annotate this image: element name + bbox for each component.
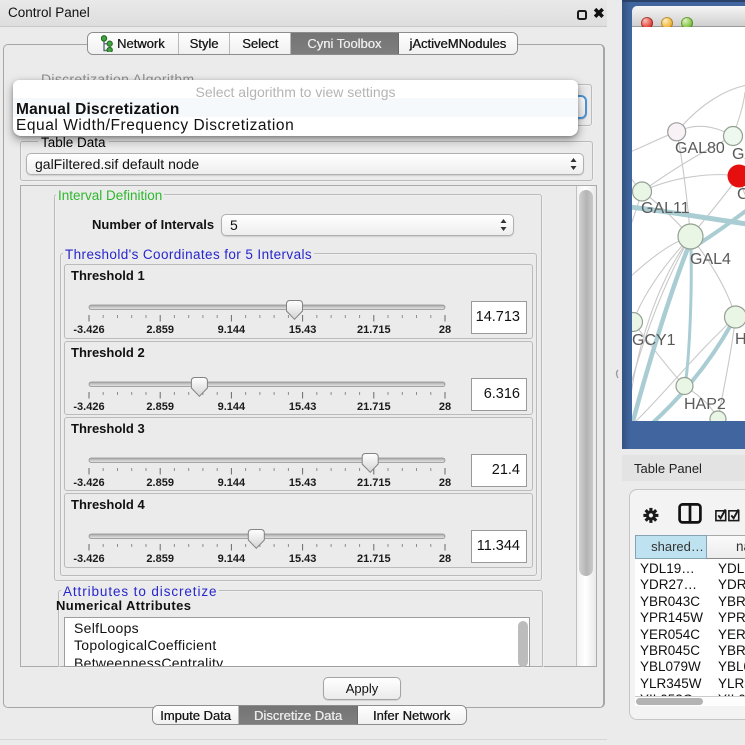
svg-text:-3.426: -3.426 xyxy=(73,324,104,336)
svg-text:-3.426: -3.426 xyxy=(73,477,104,489)
svg-text:9.144: 9.144 xyxy=(218,477,246,489)
svg-text:28: 28 xyxy=(439,553,451,565)
svg-text:15.43: 15.43 xyxy=(289,324,317,336)
svg-text:15.43: 15.43 xyxy=(289,477,317,489)
svg-text:21.715: 21.715 xyxy=(357,401,391,413)
svg-text:2.859: 2.859 xyxy=(146,324,174,336)
svg-text:21.715: 21.715 xyxy=(357,553,391,565)
svg-text:21.715: 21.715 xyxy=(357,324,391,336)
svg-text:28: 28 xyxy=(439,401,451,413)
svg-text:9.144: 9.144 xyxy=(218,324,246,336)
svg-text:2.859: 2.859 xyxy=(146,477,174,489)
svg-text:9.144: 9.144 xyxy=(218,553,246,565)
svg-text:15.43: 15.43 xyxy=(289,401,317,413)
svg-text:2.859: 2.859 xyxy=(146,401,174,413)
svg-text:28: 28 xyxy=(439,324,451,336)
svg-text:28: 28 xyxy=(439,477,451,489)
svg-text:-3.426: -3.426 xyxy=(73,401,104,413)
svg-text:21.715: 21.715 xyxy=(357,477,391,489)
svg-text:9.144: 9.144 xyxy=(218,401,246,413)
svg-text:15.43: 15.43 xyxy=(289,553,317,565)
svg-text:-3.426: -3.426 xyxy=(73,553,104,565)
svg-text:2.859: 2.859 xyxy=(146,553,174,565)
